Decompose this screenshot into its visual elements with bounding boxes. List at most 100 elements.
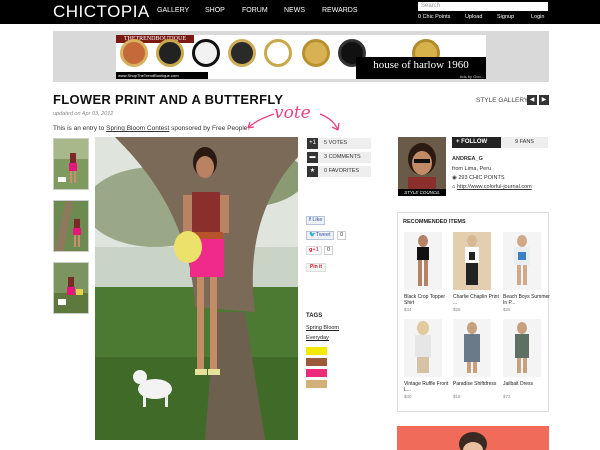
- product-name[interactable]: Charlie Chaplin Print ...: [453, 294, 501, 306]
- link-icon: ⌂: [452, 184, 456, 190]
- vote-arrow-left: [247, 113, 275, 129]
- vote-arrows: [247, 113, 340, 131]
- product-image[interactable]: [503, 232, 541, 290]
- post-updated-date: updated on Apr 03, 2012: [53, 111, 114, 117]
- tweet-count: 0: [337, 231, 347, 240]
- pinterest-button[interactable]: Pin it: [306, 263, 326, 272]
- tag-everyday[interactable]: Everyday: [306, 335, 329, 341]
- contest-link[interactable]: Spring Bloom Contest: [106, 125, 169, 132]
- follow-label: FOLLOW: [461, 139, 488, 145]
- nav-news[interactable]: NEWS: [284, 7, 305, 14]
- thumbnail-image: [54, 139, 88, 189]
- product-price: $72: [503, 394, 511, 399]
- product-photo: [404, 319, 442, 377]
- advertisement[interactable]: THETRENDBOUTIQUE www.ShopTheTrendBoutiqu…: [116, 35, 486, 79]
- product-name[interactable]: Jailbait Dress: [503, 381, 551, 387]
- color-swatch-tan[interactable]: [306, 380, 327, 388]
- ad-pendant-image: [192, 39, 220, 67]
- tweet-button[interactable]: 🐦Tweet: [306, 231, 334, 240]
- nav-forum[interactable]: FORUM: [242, 7, 268, 14]
- main-outfit-photo[interactable]: [95, 137, 298, 440]
- ad-pendant-image: [120, 39, 148, 67]
- login-link[interactable]: Login: [531, 14, 544, 20]
- product-name[interactable]: Vintage Ruffle Front L...: [404, 381, 452, 393]
- product-price: $40: [404, 394, 412, 399]
- product-photo: [453, 232, 491, 290]
- follow-button[interactable]: + FOLLOW: [452, 137, 501, 148]
- outfit-photo-image: [95, 137, 298, 440]
- recommended-title: RECOMMENDED ITEMS: [403, 219, 466, 225]
- color-swatch-pink[interactable]: [306, 369, 327, 377]
- site-logo[interactable]: CHICTOPIA: [53, 2, 150, 22]
- google-plus-button[interactable]: g+1: [306, 246, 322, 255]
- facebook-like-label: Like: [312, 217, 323, 223]
- comments-button[interactable]: ▬ 3 COMMENTS: [307, 152, 371, 163]
- signup-link[interactable]: Signup: [497, 14, 514, 20]
- ad-pendant-image: [228, 39, 256, 67]
- google-plus-label: +1: [312, 247, 319, 253]
- post-title: FLOWER PRINT AND A BUTTERFLY: [53, 92, 284, 107]
- promo-banner[interactable]: [397, 426, 549, 450]
- ad-pendant-image: [302, 39, 330, 67]
- product-image[interactable]: [404, 232, 442, 290]
- profile-points-value: 293 CHIC POINTS: [458, 175, 505, 181]
- facebook-icon: f: [309, 217, 311, 223]
- upload-link[interactable]: Upload: [465, 14, 482, 20]
- facebook-like-button[interactable]: f Like: [306, 216, 326, 225]
- nav-shop[interactable]: SHOP: [205, 7, 225, 14]
- profile-username[interactable]: ANDREA_G: [452, 156, 483, 162]
- color-swatch-yellow[interactable]: [306, 347, 327, 355]
- thumbnail[interactable]: [53, 200, 89, 252]
- profile-website[interactable]: ⌂ http://www.colorful-journal.com: [452, 184, 532, 190]
- product-image[interactable]: [453, 319, 491, 377]
- product-photo: [453, 319, 491, 377]
- entry-prefix: This is an entry to: [53, 125, 107, 132]
- top-navbar: CHICTOPIA GALLERY SHOP FORUM NEWS REWARD…: [0, 0, 600, 24]
- profile-website-url[interactable]: http://www.colorful-journal.com: [457, 184, 532, 190]
- product-name[interactable]: Paradise Shiftdress: [453, 381, 501, 387]
- avatar[interactable]: [398, 137, 446, 196]
- product-image[interactable]: [503, 319, 541, 377]
- votes-count: 5 VOTES: [324, 140, 348, 146]
- product-image[interactable]: [404, 319, 442, 377]
- product-price: $18: [453, 394, 461, 399]
- style-gallery-label[interactable]: STYLE GALLERY: [476, 97, 528, 104]
- profile-points: ◉ 293 CHIC POINTS: [452, 175, 505, 181]
- tag-spring-bloom[interactable]: Spring Bloom: [306, 325, 339, 331]
- product-photo: [503, 319, 541, 377]
- ad-pendant-image: [264, 39, 292, 67]
- avatar-image: [398, 137, 446, 196]
- color-swatch-brown[interactable]: [306, 358, 327, 366]
- profile-location: from Lima, Peru: [452, 166, 492, 172]
- chic-points-icon: ◉: [452, 175, 457, 181]
- product-price: $26: [453, 307, 461, 312]
- product-price: $44: [404, 307, 412, 312]
- product-name[interactable]: Beach Boys Summer In P...: [503, 294, 551, 306]
- style-council-badge: STYLE COUNCIL: [398, 189, 446, 196]
- star-icon: ★: [307, 166, 318, 177]
- search-input[interactable]: Search: [418, 2, 548, 11]
- product-name[interactable]: Black Crop Topper Shirt: [404, 294, 452, 306]
- nav-gallery[interactable]: GALLERY: [157, 7, 189, 14]
- nav-rewards[interactable]: REWARDS: [322, 7, 358, 14]
- product-price: $26: [503, 307, 511, 312]
- twitter-bird-icon: 🐦: [309, 232, 316, 238]
- tweet-label: Tweet: [315, 232, 331, 238]
- thumbnail[interactable]: [53, 262, 89, 314]
- fans-count[interactable]: 9 FANS: [501, 137, 548, 148]
- thumbnail-image: [54, 201, 88, 251]
- contest-entry-text: This is an entry to Spring Bloom Contest…: [53, 125, 249, 132]
- product-image[interactable]: [453, 232, 491, 290]
- chic-points-link[interactable]: 0 Chic Points: [418, 14, 450, 20]
- gallery-next-button[interactable]: ▶: [539, 95, 549, 105]
- vote-icon: +1: [307, 138, 318, 149]
- favorites-button[interactable]: ★ 0 FAVORITES: [307, 166, 371, 177]
- gallery-prev-button[interactable]: ◀: [527, 95, 537, 105]
- thumbnail-image: [54, 263, 88, 313]
- votes-button[interactable]: +1 5 VOTES: [307, 138, 371, 149]
- comments-count: 3 COMMENTS: [324, 154, 361, 160]
- thumbnail[interactable]: [53, 138, 89, 190]
- vote-arrow-right: [319, 113, 339, 131]
- ad-pendant-image: [156, 39, 184, 67]
- product-photo: [503, 232, 541, 290]
